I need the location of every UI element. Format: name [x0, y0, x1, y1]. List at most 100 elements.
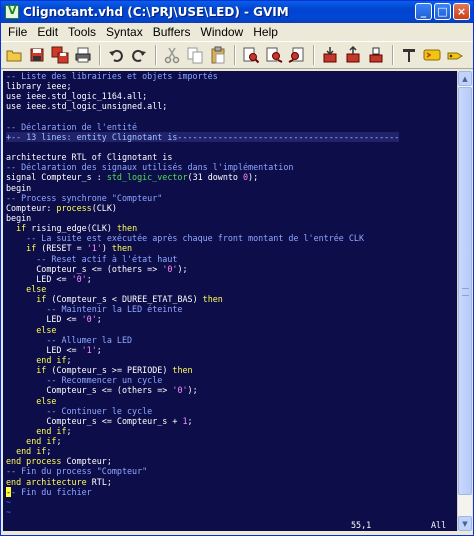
shell-button[interactable] — [421, 44, 443, 66]
code-token: use ieee.std_logic_1164.all; — [6, 91, 148, 102]
code-token: -- Allumer la LED — [6, 334, 133, 345]
menu-help[interactable]: Help — [248, 25, 283, 39]
toolbar-separator — [313, 45, 315, 65]
empty-buffer-line: ~ — [6, 507, 12, 518]
open-button[interactable] — [3, 44, 25, 66]
menu-syntax[interactable]: Syntax — [101, 25, 148, 39]
load-session-button[interactable] — [319, 44, 341, 66]
code-token: Compteur_s <= (others => — [6, 263, 163, 274]
paste-button[interactable] — [207, 44, 229, 66]
code-line: if (Compteur_s >= PERIODE) then — [3, 365, 457, 375]
code-line: -- Maintenir la LED éteinte — [3, 304, 457, 314]
menu-file[interactable]: File — [1, 25, 32, 39]
toolbar-separator — [155, 45, 157, 65]
code-line: if rising_edge(CLK) then — [3, 223, 457, 233]
vim-app-icon[interactable] — [5, 4, 19, 19]
code-line: -- Allumer la LED — [3, 335, 457, 345]
scroll-up-button[interactable]: ▲ — [458, 71, 472, 86]
find-replace-icon — [242, 46, 260, 64]
redo-button[interactable] — [128, 44, 150, 66]
find-prev-icon — [288, 46, 306, 64]
find-prev-button[interactable] — [286, 44, 308, 66]
code-token: end if — [26, 436, 57, 447]
code-line: -- Liste des librairies et objets import… — [3, 71, 457, 81]
scroll-down-button[interactable]: ▼ — [458, 516, 472, 531]
find-next-button[interactable] — [263, 44, 285, 66]
window-controls: _ □ × — [415, 3, 470, 20]
menu-tools[interactable]: Tools — [63, 25, 101, 39]
code-token: ); — [177, 263, 188, 274]
code-line: -- Recommencer un cycle — [3, 375, 457, 385]
save-icon — [28, 46, 46, 64]
undo-button[interactable] — [105, 44, 127, 66]
undo-icon — [107, 46, 125, 64]
find-next-icon — [265, 46, 283, 64]
code-token: Compteur; — [61, 456, 112, 467]
code-token: Compteur_s <= Compteur_s + — [6, 415, 183, 426]
code-token: if — [26, 243, 37, 254]
code-token: ; — [96, 314, 102, 325]
maximize-button[interactable]: □ — [434, 3, 451, 20]
code-token: -- Reset actif à l'état haut — [6, 253, 178, 264]
menu-edit[interactable]: Edit — [32, 25, 63, 39]
minimize-button[interactable]: _ — [415, 3, 432, 20]
code-line: -- Déclaration des signaux utilisés dans… — [3, 162, 457, 172]
code-token: rising_edge(CLK) — [26, 223, 117, 234]
redo-icon — [130, 46, 148, 64]
run-script-button[interactable] — [365, 44, 387, 66]
code-token: RTL; — [86, 476, 112, 487]
code-token: '0' — [172, 385, 188, 396]
code-token: -- Liste des librairies et objets import… — [6, 71, 218, 81]
editor-text-area[interactable]: -- Liste des librairies et objets import… — [3, 71, 457, 519]
tags-jump-button[interactable] — [444, 44, 466, 66]
paste-icon — [209, 46, 227, 64]
shell-icon — [423, 46, 441, 64]
code-token: else — [36, 395, 57, 406]
code-line: signal Compteur_s : std_logic_vector(31 … — [3, 172, 457, 182]
cut-button[interactable] — [161, 44, 183, 66]
save-session-button[interactable] — [342, 44, 364, 66]
code-token: ; — [46, 446, 52, 457]
code-line: Compteur_s <= (others => '0'); — [3, 385, 457, 395]
code-token: then — [202, 294, 223, 305]
copy-button[interactable] — [184, 44, 206, 66]
menu-window[interactable]: Window — [196, 25, 249, 39]
code-token: ; — [187, 415, 193, 426]
code-line: -- Fin du fichier — [3, 486, 457, 497]
code-line: +-- 13 lines: entity Clignotant is------… — [3, 131, 457, 142]
code-token: architecture RTL of Clignotant is — [6, 152, 173, 163]
code-token: -- La suite est exécutée après chaque fr… — [6, 233, 364, 244]
vertical-scrollbar[interactable]: ▲ ▼ — [457, 71, 472, 531]
code-line: end process Compteur; — [3, 456, 457, 466]
save-all-button[interactable] — [49, 44, 71, 66]
code-line: end if; — [3, 426, 457, 436]
code-token: end if — [16, 446, 47, 457]
code-token: then — [172, 365, 193, 376]
code-line: else — [3, 325, 457, 335]
print-button[interactable] — [72, 44, 94, 66]
make-button[interactable] — [398, 44, 420, 66]
code-token: -- Fin du process "Compteur" — [6, 466, 148, 477]
scrollbar-thumb[interactable] — [458, 87, 472, 495]
close-button[interactable]: × — [453, 3, 470, 20]
code-token: begin — [6, 212, 32, 223]
code-token: -- Process synchrone "Compteur" — [6, 192, 163, 203]
code-line: end if; — [3, 446, 457, 456]
code-line: begin — [3, 213, 457, 223]
save-session-icon — [344, 46, 362, 64]
code-token: ) — [101, 243, 112, 254]
find-replace-button[interactable] — [240, 44, 262, 66]
save-button[interactable] — [26, 44, 48, 66]
open-icon — [5, 46, 23, 64]
code-token: '1' — [81, 344, 97, 355]
code-token: LED <= — [6, 344, 82, 355]
code-token: end process — [6, 456, 62, 467]
menu-buffers[interactable]: Buffers — [148, 25, 196, 39]
title-bar[interactable]: Clignotant.vhd (C:\PRJ\USE\LED) - GVIM _… — [1, 1, 473, 23]
